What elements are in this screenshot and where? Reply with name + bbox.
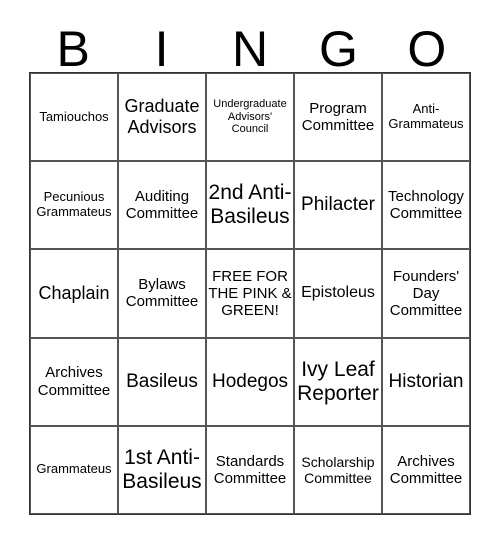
bingo-cell[interactable]: Founders' Day Committee [382,249,470,338]
header-letter-n: N [231,21,269,77]
bingo-cell[interactable]: Ivy Leaf Reporter [294,337,382,426]
bingo-cell[interactable]: Scholarship Committee [294,425,382,514]
bingo-cell[interactable]: Basileus [118,337,206,426]
bingo-cell[interactable]: Archives Committee [30,337,118,426]
bingo-grid: Tamiouchos Graduate Advisors Undergraduate… [29,72,471,515]
bingo-cell[interactable]: Graduate Advisors [118,73,206,162]
bingo-cell[interactable]: Technology Committee [382,161,470,250]
bingo-cell[interactable]: Philacter [294,161,382,250]
bingo-cell[interactable]: Undergraduate Advisors' Council [206,73,294,162]
bingo-cell[interactable]: Hodegos [206,337,294,426]
bingo-cell[interactable]: Historian [382,337,470,426]
bingo-cell[interactable]: Tamiouchos [30,73,118,162]
bingo-cell[interactable]: FREE FOR THE PINK & GREEN! [206,249,294,338]
bingo-cell[interactable]: 1st Anti-Basileus [118,425,206,514]
bingo-cell[interactable]: Chaplain [30,249,118,338]
bingo-cell[interactable]: Grammateus [30,425,118,514]
bingo-cell[interactable]: Pecunious Grammateus [30,161,118,250]
header-letter-o: O [407,21,447,77]
bingo-cell[interactable]: Epistoleus [294,249,382,338]
bingo-cell[interactable]: 2nd Anti-Basileus [206,161,294,250]
bingo-cell[interactable]: Anti-Grammateus [382,73,470,162]
bingo-cell[interactable]: Auditing Committee [118,161,206,250]
bingo-cell[interactable]: Program Committee [294,73,382,162]
bingo-cell[interactable]: Archives Committee [382,425,470,514]
bingo-header: B I N G O [29,21,471,77]
bingo-cell[interactable]: Bylaws Committee [118,249,206,338]
header-letter-b: B [56,21,90,77]
bingo-cell[interactable]: Standards Committee [206,425,294,514]
header-letter-i: I [154,21,169,77]
header-letter-g: G [318,21,358,77]
